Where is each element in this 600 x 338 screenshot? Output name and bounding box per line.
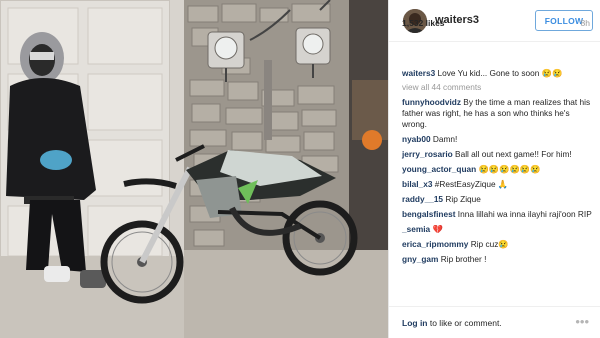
post-side-panel: waiters3 FOLLOW 1,532 likes 8h waiters3 … (388, 0, 600, 338)
comments-list: waiters3 Love Yu kid... Gone to soon 😢😢 … (402, 68, 592, 269)
comment-item: jerry_rosario Ball all out next game!! F… (402, 149, 592, 160)
comment-text: Rip Zique (443, 194, 481, 204)
comment-text: Inna lillahi wa inna ilayhi raji'oon RIP (455, 209, 592, 219)
comment-item: funnyhoodvidz By the time a man realizes… (402, 97, 592, 130)
comment-item: raddy__15 Rip Zique (402, 194, 592, 205)
comment-item: gny_gam Rip brother ! (402, 254, 592, 265)
comment-username[interactable]: gny_gam (402, 254, 438, 264)
likes-count[interactable]: 1,532 likes (402, 18, 445, 28)
comment-text: Rip cuz😢 (468, 239, 509, 249)
comment-username[interactable]: bengalsfinest (402, 209, 455, 219)
comment-text: Rip brother ! (438, 254, 487, 264)
more-options-icon[interactable]: ••• (575, 314, 589, 329)
comment-item: erica_ripmommy Rip cuz😢 (402, 239, 592, 250)
comment-text: 💔 (430, 224, 443, 234)
post-photo (0, 0, 388, 338)
comment-username[interactable]: funnyhoodvidz (402, 97, 461, 107)
comment-item: nyab00 Damn! (402, 134, 592, 145)
post-footer: Log in to like or comment. ••• (389, 306, 600, 338)
photo-illustration (0, 0, 388, 338)
view-all-comments-link[interactable]: view all 44 comments (402, 82, 592, 92)
comment-text: Ball all out next game!! For him! (452, 149, 572, 159)
login-prompt-text: to like or comment. (427, 318, 502, 328)
login-link[interactable]: Log in (402, 318, 428, 328)
comment-username[interactable]: jerry_rosario (402, 149, 453, 159)
caption-username[interactable]: waiters3 (402, 68, 435, 78)
comment-username[interactable]: _semia (402, 224, 430, 234)
comment-username[interactable]: young_actor_quan (402, 164, 476, 174)
comment-text: #RestEasyZique 🙏 (432, 179, 509, 189)
post-timestamp: 8h (580, 18, 590, 28)
comment-text: Damn! (430, 134, 458, 144)
comment-item: bilal_x3 #RestEasyZique 🙏 (402, 179, 592, 190)
comment-item: _semia 💔 (402, 224, 592, 235)
comment-username[interactable]: bilal_x3 (402, 179, 432, 189)
login-prompt: Log in to like or comment. (402, 318, 502, 328)
caption-text: Love Yu kid... Gone to soon 😢😢 (435, 68, 563, 78)
caption: waiters3 Love Yu kid... Gone to soon 😢😢 (402, 68, 592, 79)
comment-username[interactable]: erica_ripmommy (402, 239, 468, 249)
comment-text: 😢😢😢😢😢😢 (476, 164, 541, 174)
comment-item: young_actor_quan 😢😢😢😢😢😢 (402, 164, 592, 175)
comment-item: bengalsfinest Inna lillahi wa inna ilayh… (402, 209, 592, 220)
comment-username[interactable]: nyab00 (402, 134, 431, 144)
comment-username[interactable]: raddy__15 (402, 194, 443, 204)
